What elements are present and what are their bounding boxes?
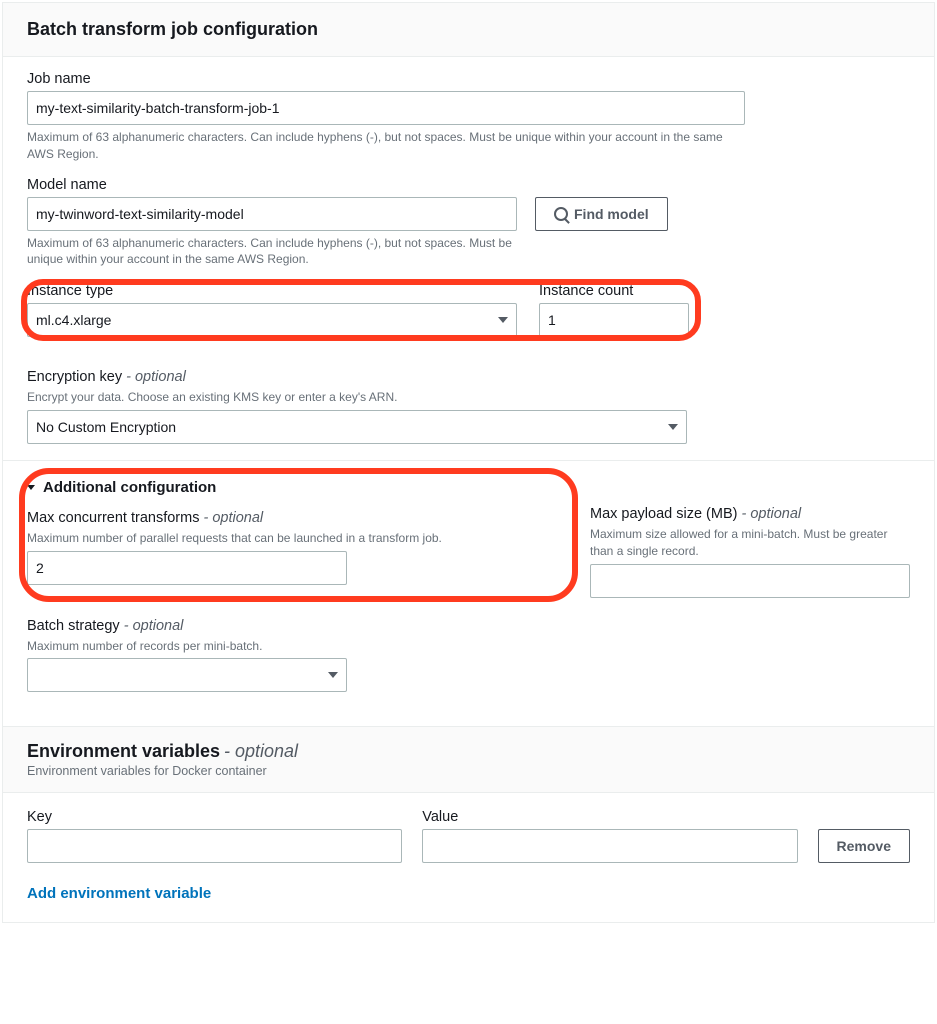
env-vars-sub: Environment variables for Docker contain… — [27, 764, 910, 778]
env-vars-header: Environment variables - optional Environ… — [3, 726, 934, 793]
instance-count-input[interactable] — [539, 303, 689, 337]
chevron-down-icon — [328, 672, 338, 678]
batch-strategy-helper: Maximum number of records per mini-batch… — [27, 638, 910, 655]
env-value-group: Value — [422, 809, 797, 863]
env-vars-title: Environment variables — [27, 741, 220, 761]
chevron-down-icon — [27, 485, 35, 490]
chevron-down-icon — [498, 317, 508, 323]
env-remove-wrap: Remove — [818, 829, 910, 863]
model-name-input[interactable] — [27, 197, 517, 231]
additional-row: Max concurrent transforms - optional Max… — [27, 506, 910, 598]
find-model-label: Find model — [574, 206, 649, 222]
max-payload-group: Max payload size (MB) - optional Maximum… — [590, 506, 910, 598]
batch-strategy-select[interactable] — [27, 658, 347, 692]
find-model-button[interactable]: Find model — [535, 197, 668, 231]
additional-config-title: Additional configuration — [43, 479, 216, 496]
panel-header: Batch transform job configuration — [3, 3, 934, 57]
env-value-label: Value — [422, 809, 797, 825]
model-name-group: Model name Find model Maximum of 63 alph… — [27, 177, 910, 269]
instance-type-select[interactable]: ml.c4.xlarge — [27, 303, 517, 337]
model-name-helper: Maximum of 63 alphanumeric characters. C… — [27, 235, 517, 269]
instance-type-group: Instance type ml.c4.xlarge — [27, 283, 517, 337]
max-concurrent-label: Max concurrent transforms - optional — [27, 510, 564, 526]
encryption-helper: Encrypt your data. Choose an existing KM… — [27, 389, 910, 406]
env-key-group: Key — [27, 809, 402, 863]
instance-type-label: Instance type — [27, 283, 517, 299]
panel-title: Batch transform job configuration — [27, 19, 910, 40]
encryption-select[interactable]: No Custom Encryption — [27, 410, 687, 444]
max-payload-helper: Maximum size allowed for a mini-batch. M… — [590, 526, 910, 560]
instance-type-value: ml.c4.xlarge — [36, 312, 111, 328]
job-name-input[interactable] — [27, 91, 745, 125]
encryption-value: No Custom Encryption — [36, 419, 176, 435]
encryption-group: Encryption key - optional Encrypt your d… — [27, 369, 910, 444]
max-concurrent-input[interactable] — [27, 551, 347, 585]
panel-body: Job name Maximum of 63 alphanumeric char… — [3, 57, 934, 922]
env-var-row: Key Value Remove — [27, 809, 910, 863]
batch-strategy-label: Batch strategy - optional — [27, 618, 910, 634]
max-payload-input[interactable] — [590, 564, 910, 598]
job-name-label: Job name — [27, 71, 910, 87]
instance-count-group: Instance count — [539, 283, 689, 337]
env-key-label: Key — [27, 809, 402, 825]
chevron-down-icon — [668, 424, 678, 430]
job-name-group: Job name Maximum of 63 alphanumeric char… — [27, 71, 910, 163]
max-concurrent-group: Max concurrent transforms - optional Max… — [27, 506, 568, 598]
model-name-label: Model name — [27, 177, 910, 193]
search-icon — [554, 207, 568, 221]
additional-config-expander[interactable]: Additional configuration — [27, 479, 216, 496]
instance-row: Instance type ml.c4.xlarge Instance coun… — [27, 283, 695, 337]
batch-strategy-group: Batch strategy - optional Maximum number… — [27, 618, 910, 693]
max-concurrent-helper: Maximum number of parallel requests that… — [27, 530, 564, 547]
job-name-helper: Maximum of 63 alphanumeric characters. C… — [27, 129, 745, 163]
max-payload-label: Max payload size (MB) - optional — [590, 506, 910, 522]
instance-count-label: Instance count — [539, 283, 689, 299]
encryption-label: Encryption key - optional — [27, 369, 910, 385]
divider — [3, 460, 934, 461]
env-key-input[interactable] — [27, 829, 402, 863]
remove-env-button[interactable]: Remove — [818, 829, 910, 863]
add-env-var-link[interactable]: Add environment variable — [27, 885, 211, 902]
batch-transform-panel: Batch transform job configuration Job na… — [2, 2, 935, 923]
env-value-input[interactable] — [422, 829, 797, 863]
